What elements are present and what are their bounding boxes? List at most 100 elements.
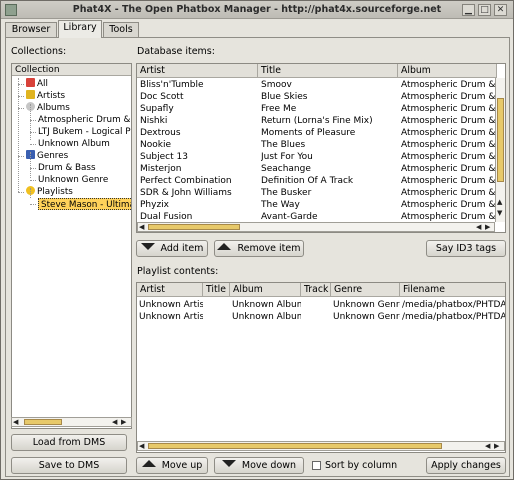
column-header-title[interactable]: Title	[203, 283, 230, 297]
table-cell[interactable]: /media/phatbox/PHTDATA/MUSIC	[402, 311, 505, 323]
tree-item[interactable]: Artists	[26, 90, 65, 102]
collections-tree[interactable]: Collection All Artists Albums Atmospheric D…	[11, 63, 132, 429]
column-header-artist[interactable]: Artist	[137, 64, 258, 78]
scroll-down-icon[interactable]: ▼	[497, 209, 502, 217]
table-cell[interactable]: Smoov	[261, 79, 397, 91]
tree-item[interactable]: Unknown Album	[38, 138, 110, 150]
table-cell[interactable]	[205, 311, 230, 323]
column-header-title[interactable]: Title	[258, 64, 398, 78]
column-header-track[interactable]: Track	[301, 283, 331, 297]
maximize-button[interactable]: □	[478, 4, 491, 16]
database-hscrollbar[interactable]: ◀ ◀ ▶	[137, 222, 495, 232]
tree-item[interactable]: Drum & Bass	[38, 162, 96, 174]
table-cell[interactable]: Just For You	[261, 151, 397, 163]
table-cell[interactable]: Supafly	[140, 103, 258, 115]
table-cell[interactable]: Unknown Album	[232, 311, 301, 323]
table-cell[interactable]: Free Me	[261, 103, 397, 115]
table-cell[interactable]: Dextrous	[140, 127, 258, 139]
playlist-list[interactable]: Artist Title Album Track Genre Filename …	[136, 282, 506, 453]
move-up-button[interactable]: Move up	[136, 457, 208, 474]
table-cell[interactable]: Seachange	[261, 163, 397, 175]
scroll-left-icon[interactable]: ◀	[13, 418, 18, 426]
scroll-left-icon[interactable]: ◀	[485, 442, 490, 450]
table-cell[interactable]	[205, 299, 230, 311]
tab-library[interactable]: Library	[58, 20, 102, 38]
add-item-button[interactable]: Add item	[136, 240, 208, 257]
scroll-right-icon[interactable]: ▶	[485, 223, 490, 231]
sort-by-column-checkbox[interactable]	[312, 461, 321, 470]
table-cell[interactable]: Atmospheric Drum & Bass	[401, 103, 495, 115]
playlist-hscrollbar[interactable]: ◀ ◀ ▶	[137, 441, 505, 451]
table-cell[interactable]: Phyzix	[140, 199, 258, 211]
tab-tools[interactable]: Tools	[103, 22, 139, 38]
table-cell[interactable]	[303, 299, 331, 311]
table-cell[interactable]: Blue Skies	[261, 91, 397, 103]
tab-browser[interactable]: Browser	[5, 22, 57, 38]
table-cell[interactable]: Unknown Artist	[139, 299, 203, 311]
table-cell[interactable]: Nookie	[140, 139, 258, 151]
table-cell[interactable]: Return (Lorna's Fine Mix)	[261, 115, 397, 127]
column-header-album[interactable]: Album	[398, 64, 497, 78]
table-cell[interactable]: Atmospheric Drum & Bass	[401, 151, 495, 163]
column-header-artist[interactable]: Artist	[137, 283, 203, 297]
scroll-thumb[interactable]	[497, 98, 504, 182]
table-cell[interactable]: Atmospheric Drum & Bass	[401, 163, 495, 175]
table-cell[interactable]	[303, 311, 331, 323]
tree-item[interactable]: Atmospheric Drum & Bass	[38, 114, 131, 126]
scroll-left-icon[interactable]: ◀	[476, 223, 481, 231]
table-cell[interactable]: Atmospheric Drum & Bass	[401, 139, 495, 151]
scroll-right-icon[interactable]: ▶	[494, 442, 499, 450]
table-cell[interactable]: Unknown Artist	[139, 311, 203, 323]
scroll-left-icon[interactable]: ◀	[139, 442, 144, 450]
table-cell[interactable]: The Blues	[261, 139, 397, 151]
tree-item[interactable]: LTJ Bukem - Logical Progression	[38, 126, 131, 138]
database-vscrollbar[interactable]: ▲ ▼	[495, 78, 505, 222]
tree-item[interactable]: Playlists	[26, 186, 73, 198]
table-cell[interactable]: Atmospheric Drum & Bass	[401, 187, 495, 199]
table-cell[interactable]: Atmospheric Drum & Bass	[401, 199, 495, 211]
database-list[interactable]: Artist Title Album Bliss'n'Tumble Smoov At…	[136, 63, 506, 233]
scroll-thumb[interactable]	[24, 419, 62, 425]
table-cell[interactable]: Nishki	[140, 115, 258, 127]
table-cell[interactable]: Unknown Album	[232, 299, 301, 311]
minimize-button[interactable]: ▁	[462, 4, 475, 16]
table-cell[interactable]: Atmospheric Drum & Bass	[401, 127, 495, 139]
table-cell[interactable]: Bliss'n'Tumble	[140, 79, 258, 91]
tree-item[interactable]: Unknown Genre	[38, 174, 108, 186]
scroll-left-icon[interactable]: ◀	[112, 418, 117, 426]
save-to-dms-button[interactable]: Save to DMS	[11, 457, 127, 474]
table-cell[interactable]: Atmospheric Drum & Bass	[401, 79, 495, 91]
table-cell[interactable]: Unknown Genre	[333, 311, 400, 323]
collections-hscrollbar[interactable]: ◀ ◀ ▶	[11, 417, 132, 427]
table-cell[interactable]: Perfect Combination	[140, 175, 258, 187]
scroll-thumb[interactable]	[148, 443, 442, 449]
remove-item-button[interactable]: Remove item	[214, 240, 304, 257]
tree-item[interactable]: Albums	[26, 102, 70, 114]
apply-changes-button[interactable]: Apply changes	[426, 457, 506, 474]
table-cell[interactable]: Atmospheric Drum & Bass	[401, 175, 495, 187]
tree-item[interactable]: Steve Mason - Ultimate	[38, 198, 131, 210]
table-cell[interactable]: Misterjon	[140, 163, 258, 175]
column-header-album[interactable]: Album	[230, 283, 301, 297]
scroll-left-icon[interactable]: ◀	[139, 223, 144, 231]
tree-item[interactable]: Genres	[26, 150, 68, 162]
table-cell[interactable]: Unknown Genre	[333, 299, 400, 311]
say-id3-tags-button[interactable]: Say ID3 tags	[426, 240, 506, 257]
close-button[interactable]: ✕	[494, 4, 507, 16]
tree-item[interactable]: All	[26, 78, 48, 90]
scroll-right-icon[interactable]: ▶	[121, 418, 126, 426]
collection-column-header[interactable]: Collection	[12, 64, 131, 76]
table-cell[interactable]: Atmospheric Drum & Bass	[401, 115, 495, 127]
table-cell[interactable]: Atmospheric Drum & Bass	[401, 91, 495, 103]
table-cell[interactable]: Doc Scott	[140, 91, 258, 103]
load-from-dms-button[interactable]: Load from DMS	[11, 434, 127, 451]
table-cell[interactable]: /media/phatbox/PHTDATA/MUSIC	[402, 299, 505, 311]
table-cell[interactable]: The Busker	[261, 187, 397, 199]
column-header-filename[interactable]: Filename	[400, 283, 505, 297]
table-cell[interactable]: The Way	[261, 199, 397, 211]
move-down-button[interactable]: Move down	[214, 457, 304, 474]
title-bar[interactable]: Phat4X - The Open Phatbox Manager - http…	[1, 1, 513, 19]
table-cell[interactable]: SDR & John Williams	[140, 187, 258, 199]
scroll-up-icon[interactable]: ▲	[497, 198, 502, 206]
table-cell[interactable]: Subject 13	[140, 151, 258, 163]
